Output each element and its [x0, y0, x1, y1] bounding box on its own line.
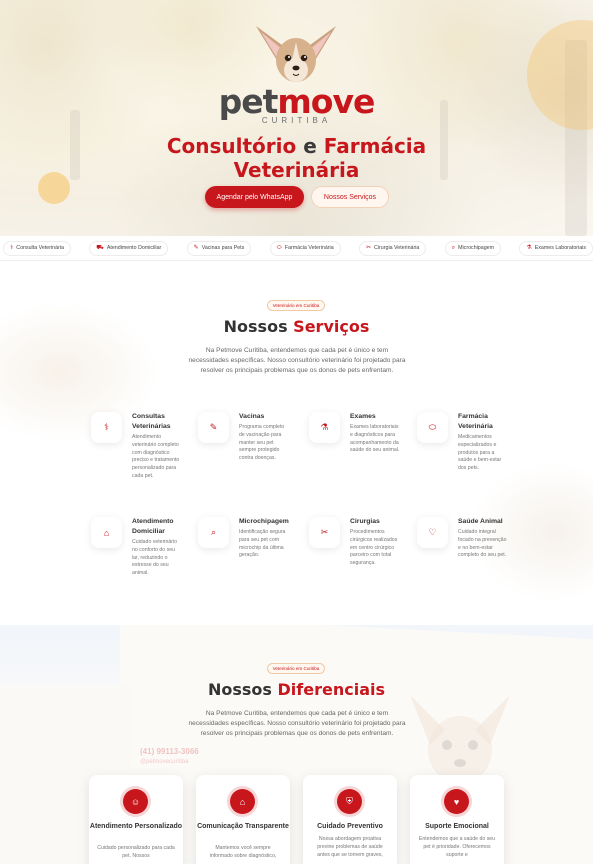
chip-label: Cirurgia Veterinária	[374, 245, 420, 251]
search-icon: ⌕	[451, 245, 456, 251]
pill-icon: ⬭	[417, 412, 448, 443]
brand-city: CURITIBA	[261, 116, 332, 125]
chihuahua-logo-icon	[256, 26, 336, 82]
service-text: Atendimento veterinário completo com dia…	[132, 434, 180, 479]
chip-cirurgia[interactable]: ✂ Cirurgia Veterinária	[359, 240, 427, 256]
differentials-title: Nossos Diferenciais	[0, 680, 593, 699]
differential-text: Nossa abordagem proativa previne problem…	[317, 836, 383, 858]
chip-label: Atendimento Domiciliar	[106, 245, 162, 251]
chip-microchipagem[interactable]: ⌕ Microchipagem	[444, 240, 502, 256]
chip-exames[interactable]: ⚗ Exames Laboratoriais	[519, 240, 593, 256]
quick-links-bar: ⚕ Consulta Veterinária ⛟ Atendimento Domic…	[0, 236, 593, 261]
differential-title: Suporte Emocional	[425, 823, 489, 830]
home-icon: ⌂	[91, 517, 122, 548]
flask-icon: ⚗	[526, 245, 532, 251]
pill-icon: ⬭	[276, 245, 282, 251]
car-icon: ⛟	[96, 245, 104, 251]
services-title-accent: Serviços	[293, 317, 370, 336]
home-icon: ⌂	[230, 789, 255, 814]
differential-title: Atendimento Personalizado	[89, 823, 183, 830]
services-title-plain: Nossos	[223, 317, 288, 336]
flask-icon: ⚗	[309, 412, 340, 443]
background-email: @petmovecuritiba	[140, 759, 189, 765]
chip-label: Vacinas para Pets	[201, 245, 245, 251]
user-icon: ☺	[123, 789, 148, 814]
services-button[interactable]: Nossos Serviços	[311, 186, 389, 208]
brand-logo-text: petmove	[0, 84, 593, 120]
heart-icon: ♥	[444, 789, 469, 814]
hero-title-line2: Veterinária	[233, 158, 360, 182]
shield-icon: ⛨	[337, 789, 362, 814]
stethoscope-icon: ⚕	[10, 245, 14, 251]
services-badge: Veterinário em Curitiba	[267, 300, 325, 311]
heart-icon: ♡	[417, 517, 448, 548]
search-icon: ⌕	[198, 517, 229, 548]
services-section: Veterinário em Curitiba Nossos Serviços …	[0, 262, 593, 625]
chip-label: Consulta Veterinária	[16, 245, 64, 251]
differential-card: ⛨ Cuidado Preventivo Nossa abordagem pro…	[303, 775, 397, 864]
hero-title-part2: Farmácia	[323, 134, 427, 158]
service-title: Exames	[350, 413, 376, 420]
stethoscope-icon: ⚕	[91, 412, 122, 443]
hero-title-part1: Consultório	[166, 134, 297, 158]
differential-text: Entendemos que a saúde do seu pet é prio…	[418, 836, 496, 858]
chip-label: Exames Laboratoriais	[534, 245, 586, 251]
services-description: Na Petmove Curitiba, entendemos que cada…	[188, 347, 406, 374]
syringe-icon: ✎	[193, 245, 199, 251]
service-title: Atendimento Domiciliar	[132, 518, 174, 535]
service-text: Programa completo de vacinação para mant…	[239, 424, 285, 462]
differentials-description: Na Petmove Curitiba, entendemos que cada…	[188, 710, 406, 737]
differentials-title-accent: Diferenciais	[277, 680, 385, 699]
hero-title-and: e	[303, 134, 317, 158]
chip-label: Microchipagem	[458, 245, 495, 251]
service-title: Farmácia Veterinária	[458, 413, 493, 430]
scissors-icon: ✂	[366, 245, 372, 251]
differential-card: ⌂ Comunicação Transparente Mantemos você…	[196, 775, 290, 864]
service-title: Microchipagem	[239, 518, 289, 525]
whatsapp-button[interactable]: Agendar pelo WhatsApp	[205, 186, 304, 208]
syringe-icon: ✎	[198, 412, 229, 443]
service-text: Medicamentos especializados e produtos p…	[458, 434, 502, 472]
service-text: Cuidado veterinário no conforto do seu l…	[132, 539, 177, 577]
chip-vacinas[interactable]: ✎ Vacinas para Pets	[186, 240, 252, 256]
differential-title: Cuidado Preventivo	[317, 823, 383, 830]
chip-domiciliar[interactable]: ⛟ Atendimento Domiciliar	[89, 240, 169, 256]
differentials-title-plain: Nossos	[207, 680, 272, 699]
service-title: Vacinas	[239, 413, 265, 420]
differential-card: ♥ Suporte Emocional Entendemos que a saú…	[410, 775, 504, 864]
service-title: Consultas Veterinárias	[132, 413, 171, 430]
differential-text: Mantemos você sempre informado sobre dia…	[209, 845, 277, 859]
chip-label: Farmácia Veterinária	[284, 245, 334, 251]
hero-title: Consultório e Farmácia Veterinária	[0, 134, 593, 182]
service-title: Saúde Animal	[458, 518, 503, 525]
service-text: Procedimentos cirúrgicos realizados em c…	[350, 529, 398, 567]
hero-section: petmove CURITIBA Consultório e Farmácia …	[0, 0, 593, 236]
differentials-section: (41) 99113-3066 @petmovecuritiba Veterin…	[0, 625, 593, 864]
service-title: Cirurgias	[350, 518, 380, 525]
differentials-badge: Veterinário em Curitiba	[267, 663, 325, 674]
service-text: Cuidado integral focado na prevenção e n…	[458, 529, 507, 559]
services-title: Nossos Serviços	[0, 317, 593, 336]
differential-title: Comunicação Transparente	[197, 823, 289, 830]
service-text: Exames laboratoriais e diagnósticos para…	[350, 424, 400, 454]
differential-card: ☺ Atendimento Personalizado Cuidado pers…	[89, 775, 183, 864]
background-phone: (41) 99113-3066	[140, 747, 199, 756]
service-text: Identificação segura para seu pet com mi…	[239, 529, 286, 559]
page: petmove CURITIBA Consultório e Farmácia …	[0, 0, 593, 864]
chip-consulta[interactable]: ⚕ Consulta Veterinária	[3, 240, 71, 256]
differential-text: Cuidado personalizado para cada pet. Nos…	[97, 845, 175, 859]
scissors-icon: ✂	[309, 517, 340, 548]
chip-farmacia[interactable]: ⬭ Farmácia Veterinária	[269, 240, 341, 256]
